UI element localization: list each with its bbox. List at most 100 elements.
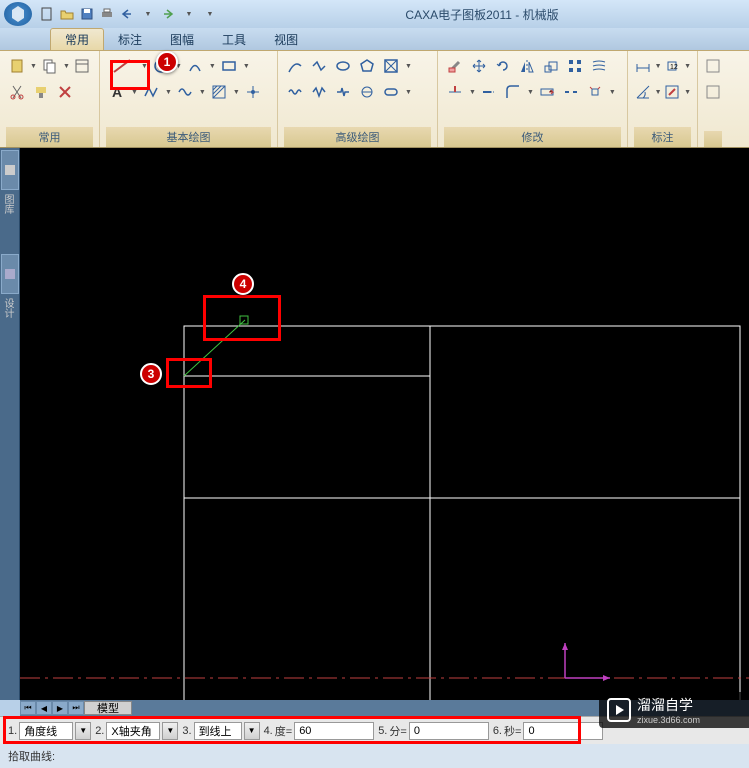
panel-icon-1[interactable] bbox=[1, 150, 19, 190]
erase-icon[interactable] bbox=[444, 55, 466, 77]
tab-first-icon[interactable]: ⏮ bbox=[20, 701, 36, 715]
properties-icon[interactable] bbox=[72, 55, 93, 77]
marker-1: 1 bbox=[156, 51, 178, 73]
ribbon-label-extra bbox=[704, 131, 722, 147]
copy-icon[interactable] bbox=[39, 55, 60, 77]
app-logo[interactable] bbox=[4, 2, 32, 26]
paste-icon[interactable] bbox=[6, 55, 27, 77]
extra1-icon[interactable] bbox=[704, 55, 722, 77]
hatch-icon[interactable] bbox=[208, 81, 230, 103]
dim-edit-icon[interactable] bbox=[664, 81, 682, 103]
quick-access-toolbar: ▼ ▼ ▼ bbox=[38, 5, 219, 23]
rect-icon[interactable] bbox=[218, 55, 240, 77]
array-icon[interactable] bbox=[564, 55, 586, 77]
fillet-icon[interactable] bbox=[502, 81, 524, 103]
input-3-field[interactable] bbox=[194, 722, 242, 740]
new-icon[interactable] bbox=[38, 5, 56, 23]
ribbon-group-advanced-draw: ▼ ▼ 高级绘图 bbox=[278, 51, 438, 147]
spline-icon[interactable] bbox=[174, 81, 196, 103]
polygon-icon[interactable] bbox=[356, 55, 378, 77]
dim-angle-icon[interactable] bbox=[634, 81, 652, 103]
wave-icon[interactable] bbox=[284, 81, 306, 103]
input-2-dropdown-icon[interactable]: ▼ bbox=[162, 722, 178, 740]
offset-icon[interactable] bbox=[588, 55, 610, 77]
extend-icon[interactable] bbox=[478, 81, 500, 103]
rotate-icon[interactable] bbox=[492, 55, 514, 77]
menu-tools[interactable]: 工具 bbox=[208, 29, 260, 50]
input-6-num: 6. bbox=[493, 725, 502, 737]
tab-prev-icon[interactable]: ◀ bbox=[36, 701, 52, 715]
undo-icon[interactable] bbox=[118, 5, 136, 23]
menu-common[interactable]: 常用 bbox=[50, 28, 104, 51]
qat-customize-icon[interactable]: ▼ bbox=[201, 5, 219, 23]
slot-icon[interactable] bbox=[380, 81, 402, 103]
text-icon[interactable]: A bbox=[106, 81, 128, 103]
undo-dropdown-icon[interactable]: ▼ bbox=[139, 5, 157, 23]
format-icon[interactable] bbox=[30, 81, 52, 103]
ribbon-label-common: 常用 bbox=[6, 127, 93, 147]
curve2-icon[interactable] bbox=[308, 55, 330, 77]
zigzag-icon[interactable] bbox=[308, 81, 330, 103]
ribbon-group-extra bbox=[698, 51, 728, 147]
svg-text:12: 12 bbox=[670, 64, 678, 71]
status-bar: 拾取曲线: bbox=[0, 744, 749, 768]
curve1-icon[interactable] bbox=[284, 55, 306, 77]
print-icon[interactable] bbox=[98, 5, 116, 23]
input-1-num: 1. bbox=[8, 725, 17, 737]
panel-icon-2[interactable] bbox=[1, 254, 19, 294]
input-3-num: 3. bbox=[182, 725, 191, 737]
tab-next-icon[interactable]: ▶ bbox=[52, 701, 68, 715]
watermark-brand: 溜溜自学 bbox=[637, 695, 700, 715]
redo-dropdown-icon[interactable]: ▼ bbox=[180, 5, 198, 23]
menu-annotate[interactable]: 标注 bbox=[104, 29, 156, 50]
status-prompt: 拾取曲线: bbox=[8, 748, 55, 764]
play-icon bbox=[607, 698, 631, 722]
arc-icon[interactable] bbox=[184, 55, 206, 77]
dim-linear-icon[interactable] bbox=[634, 55, 652, 77]
input-5-field[interactable] bbox=[409, 722, 489, 740]
panel-text-1[interactable]: 图库 bbox=[0, 194, 15, 214]
open-icon[interactable] bbox=[58, 5, 76, 23]
ribbon-label-modify: 修改 bbox=[444, 127, 621, 147]
input-6-field[interactable] bbox=[523, 722, 603, 740]
polyline-icon[interactable] bbox=[140, 81, 162, 103]
menu-sheet[interactable]: 图幅 bbox=[156, 29, 208, 50]
redo-icon[interactable] bbox=[159, 5, 177, 23]
block-icon[interactable] bbox=[380, 55, 402, 77]
delete-icon[interactable] bbox=[54, 81, 76, 103]
scale-icon[interactable] bbox=[540, 55, 562, 77]
input-2-field[interactable] bbox=[106, 722, 160, 740]
input-3-dropdown-icon[interactable]: ▼ bbox=[244, 722, 260, 740]
title-bar: ▼ ▼ ▼ CAXA电子图板2011 - 机械版 bbox=[0, 0, 749, 28]
marker-3: 3 bbox=[140, 363, 162, 385]
panel-text-2[interactable]: 设计 bbox=[0, 298, 15, 318]
input-4-label: 度= bbox=[275, 723, 292, 739]
move-icon[interactable] bbox=[468, 55, 490, 77]
explode-icon[interactable] bbox=[584, 81, 606, 103]
break-icon[interactable] bbox=[332, 81, 354, 103]
drawing-canvas[interactable] bbox=[20, 148, 749, 700]
tab-last-icon[interactable]: ⏭ bbox=[68, 701, 84, 715]
extra2-icon[interactable] bbox=[704, 81, 722, 103]
menu-view[interactable]: 视图 bbox=[260, 29, 312, 50]
tab-model[interactable]: 模型 bbox=[84, 701, 132, 715]
save-icon[interactable] bbox=[78, 5, 96, 23]
cut-icon[interactable] bbox=[6, 81, 28, 103]
input-4-field[interactable] bbox=[294, 722, 374, 740]
ellipse-icon[interactable] bbox=[332, 55, 354, 77]
input-1-dropdown-icon[interactable]: ▼ bbox=[75, 722, 91, 740]
line-icon[interactable] bbox=[106, 55, 138, 77]
input-2-num: 2. bbox=[95, 725, 104, 737]
input-5-label: 分= bbox=[389, 723, 406, 739]
ribbon-group-annotate: ▼ 12▼ ▼ ▼ 标注 bbox=[628, 51, 698, 147]
dim-coord-icon[interactable]: 12 bbox=[664, 55, 682, 77]
break2-icon[interactable] bbox=[560, 81, 582, 103]
trim-icon[interactable] bbox=[444, 81, 466, 103]
hole-icon[interactable] bbox=[356, 81, 378, 103]
input-1-field[interactable] bbox=[19, 722, 73, 740]
point-icon[interactable] bbox=[242, 81, 264, 103]
window-title: CAXA电子图板2011 - 机械版 bbox=[219, 6, 745, 23]
left-panel: 图库 设计 bbox=[0, 148, 20, 700]
stretch-icon[interactable] bbox=[536, 81, 558, 103]
mirror-icon[interactable] bbox=[516, 55, 538, 77]
